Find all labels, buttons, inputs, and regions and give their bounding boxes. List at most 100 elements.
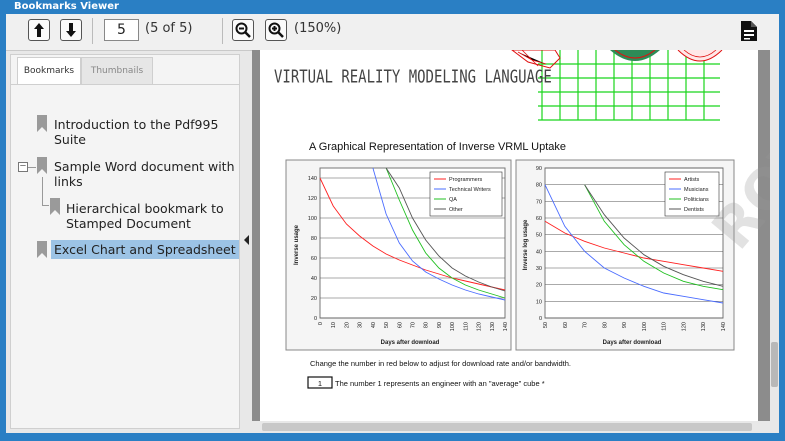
tree-connector <box>42 205 49 206</box>
bookmark-label: Excel Chart and Spreadsheet <box>54 242 236 257</box>
horizontal-scrollbar[interactable] <box>252 421 779 433</box>
bookmark-label: Introduction to the Pdf995 <box>54 117 219 132</box>
x-tick-label: 60 <box>397 322 403 328</box>
y-tick-label: 90 <box>536 166 542 172</box>
tab-divider <box>11 84 239 85</box>
bookmark-label: Suite <box>54 132 86 147</box>
chart-left-xlabel: Days after download <box>381 340 440 346</box>
x-tick-label: 140 <box>503 322 509 331</box>
document-header: VIRTUAL REALITY MODELING LANGUAGE <box>274 66 552 87</box>
bookmark-icon <box>50 198 60 215</box>
vertical-scroll-thumb[interactable] <box>771 342 778 387</box>
chart-right-xlabel: Days after download <box>603 340 662 346</box>
x-tick-label: 50 <box>543 322 549 328</box>
x-tick-label: 0 <box>318 322 324 325</box>
previous-page-button[interactable] <box>28 19 50 41</box>
toolbar: 5 (5 of 5) (150%) <box>6 14 779 51</box>
bookmark-hierarchical[interactable]: Hierarchical bookmark to Stamped Documen… <box>66 201 224 231</box>
page-count-label: (5 of 5) <box>145 21 193 36</box>
zoom-in-icon <box>268 22 284 38</box>
bookmark-sample-word[interactable]: Sample Word document with links <box>54 159 235 189</box>
bookmark-excel-chart[interactable]: Excel Chart and Spreadsheet <box>51 240 239 259</box>
document-viewer[interactable]: VIRTUAL REALITY MODELING LANGUAGE A Grap… <box>252 50 770 421</box>
x-tick-label: 80 <box>424 322 430 328</box>
y-tick-label: 0 <box>539 316 542 322</box>
bookmark-label: Hierarchical bookmark to <box>66 201 224 216</box>
collapse-panel-icon[interactable] <box>242 234 250 246</box>
y-tick-label: 100 <box>308 216 317 222</box>
x-tick-label: 130 <box>490 322 496 331</box>
legend-label: Dentists <box>684 207 704 213</box>
instructions-text: Change the number in red below to adjust… <box>310 359 571 368</box>
chart-left-ylabel: Inverse usage <box>294 224 300 265</box>
x-tick-label: 80 <box>602 322 608 328</box>
x-tick-label: 110 <box>662 322 668 331</box>
zoom-in-button[interactable] <box>265 19 287 41</box>
x-tick-label: 100 <box>642 322 648 331</box>
bookmark-introduction[interactable]: Introduction to the Pdf995 Suite <box>54 117 218 147</box>
x-tick-label: 140 <box>721 322 727 331</box>
y-tick-label: 40 <box>536 249 542 255</box>
bookmark-icon <box>37 157 47 174</box>
x-tick-label: 30 <box>358 322 364 328</box>
chart-right-ylabel: Inverse log usage <box>523 219 529 270</box>
tab-bookmarks[interactable]: Bookmarks <box>17 57 81 84</box>
arrow-up-icon <box>34 23 44 37</box>
window-title: Bookmarks Viewer <box>0 0 785 14</box>
legend-label: Musicians <box>684 187 709 193</box>
zoom-out-button[interactable] <box>232 19 254 41</box>
collapse-toggle[interactable]: – <box>18 162 28 172</box>
x-tick-label: 110 <box>463 322 469 331</box>
legend-label: Technical Writers <box>449 187 491 193</box>
y-tick-label: 80 <box>536 183 542 189</box>
pdf-page: VIRTUAL REALITY MODELING LANGUAGE A Grap… <box>260 50 770 421</box>
bookmark-label: Stamped Document <box>66 216 191 231</box>
y-tick-label: 60 <box>311 256 317 262</box>
bookmark-icon <box>37 115 47 132</box>
bookmark-label: links <box>54 174 83 189</box>
x-tick-label: 90 <box>622 322 628 328</box>
chart-left: 0 20 40 60 80 100 120 140 0 10 20 30 40 50 60 70 80 90 100… <box>285 159 512 351</box>
tab-thumbnails[interactable]: Thumbnails <box>81 57 153 84</box>
legend-label: Other <box>449 207 463 213</box>
y-tick-label: 20 <box>536 283 542 289</box>
legend-label: QA <box>449 197 457 203</box>
page-number-input[interactable]: 5 <box>104 19 139 41</box>
bookmarks-panel: Bookmarks Thumbnails Introduction to the… <box>10 54 240 429</box>
x-tick-label: 20 <box>344 322 350 328</box>
tree-connector <box>42 177 43 205</box>
watermark-text: 人人素材 <box>337 389 425 413</box>
bookmark-label: Sample Word document with <box>54 159 235 174</box>
y-tick-label: 70 <box>536 199 542 205</box>
app-window: 5 (5 of 5) (150%) Bookmarks Thumbnails I… <box>6 14 779 433</box>
next-page-button[interactable] <box>60 19 82 41</box>
y-tick-label: 50 <box>536 233 542 239</box>
legend-label: Programmers <box>449 177 483 183</box>
arrow-down-icon <box>66 23 76 37</box>
document-properties-icon[interactable] <box>737 19 761 43</box>
vertical-scrollbar[interactable] <box>770 50 779 421</box>
y-tick-label: 30 <box>536 266 542 272</box>
legend-label: Artists <box>684 177 700 183</box>
legend-label: Politicians <box>684 197 709 203</box>
chart-right: 0 10 20 30 40 50 60 70 80 90 50 60 70 80 90 100 110 120 13… <box>515 159 735 351</box>
toolbar-divider <box>92 18 93 44</box>
horizontal-scroll-thumb[interactable] <box>262 423 752 431</box>
x-tick-label: 130 <box>701 322 707 331</box>
x-tick-label: 60 <box>563 322 569 328</box>
page-canvas: VIRTUAL REALITY MODELING LANGUAGE A Grap… <box>274 50 735 389</box>
x-tick-label: 70 <box>411 322 417 328</box>
y-tick-label: 20 <box>311 296 317 302</box>
x-tick-label: 40 <box>371 322 377 328</box>
y-tick-label: 120 <box>308 196 317 202</box>
x-tick-label: 70 <box>583 322 589 328</box>
y-tick-label: 0 <box>314 316 317 322</box>
bookmark-icon <box>37 241 47 258</box>
y-tick-label: 10 <box>536 299 542 305</box>
x-tick-label: 120 <box>477 322 483 331</box>
x-tick-label: 120 <box>681 322 687 331</box>
chart-title: A Graphical Representation of Inverse VR… <box>309 141 566 153</box>
engineer-number-value: 1 <box>318 379 322 388</box>
x-tick-label: 100 <box>450 322 456 331</box>
x-tick-label: 90 <box>437 322 443 328</box>
